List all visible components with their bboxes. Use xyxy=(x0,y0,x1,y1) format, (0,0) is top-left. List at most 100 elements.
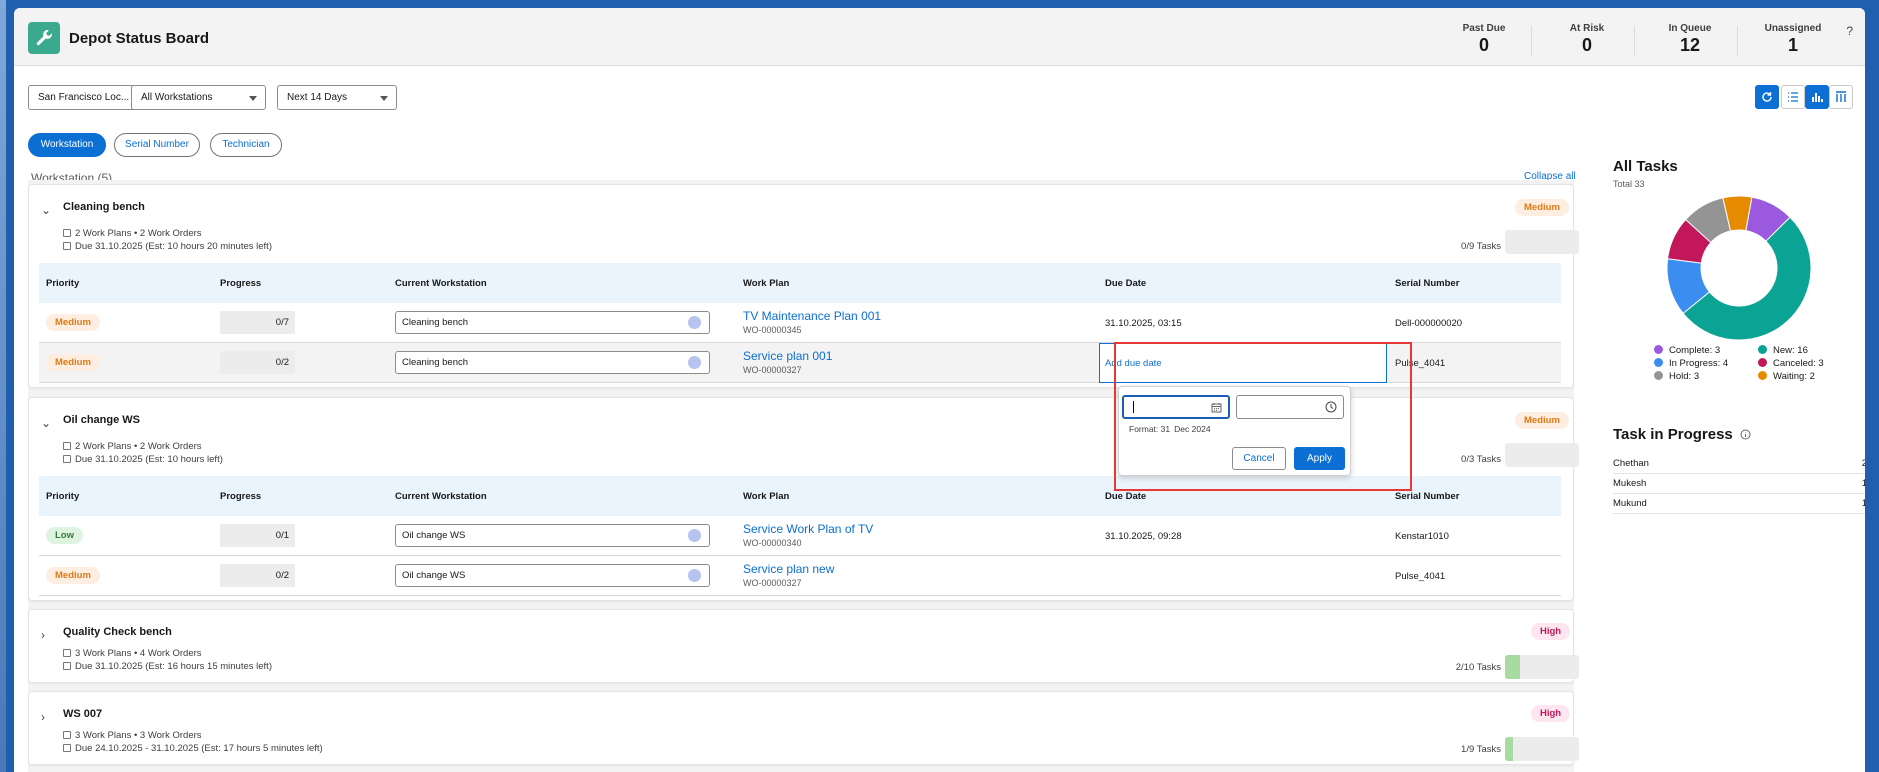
tasks-progress-bar xyxy=(1505,443,1579,467)
group-title[interactable]: WS 007 xyxy=(63,708,102,720)
group-meta-plans: 3 Work Plans • 3 Work Orders xyxy=(63,730,202,741)
table-row: Medium 0/2 Oil change WS Service plan ne… xyxy=(39,556,1561,596)
workstation-field[interactable]: Cleaning bench xyxy=(395,351,710,374)
work-plan-link[interactable]: TV Maintenance Plan 001 xyxy=(743,309,881,323)
work-plan-link[interactable]: Service Work Plan of TV xyxy=(743,522,873,536)
priority-badge: Medium xyxy=(46,314,100,331)
legend-item: In Progress: 4 xyxy=(1654,358,1728,369)
group-meta-plans: 2 Work Plans • 2 Work Orders xyxy=(63,441,202,452)
chevron-right-icon[interactable]: › xyxy=(41,628,45,642)
workstation-select-value: All Workstations xyxy=(141,92,213,103)
all-tasks-title: All Tasks xyxy=(1613,158,1678,175)
workstation-select[interactable]: All Workstations xyxy=(131,85,266,110)
work-plan-link[interactable]: Service plan 001 xyxy=(743,349,832,363)
progress-value: 0/2 xyxy=(220,351,295,374)
column-due-date: Due Date xyxy=(1105,491,1147,502)
tab-workstation[interactable]: Workstation xyxy=(28,133,106,157)
refresh-icon xyxy=(1762,92,1772,102)
workstation-field[interactable]: Oil change WS xyxy=(395,564,710,587)
refresh-button[interactable] xyxy=(1755,85,1779,109)
workstation-field[interactable]: Cleaning bench xyxy=(395,311,710,334)
group-meta-plans: 2 Work Plans • 2 Work Orders xyxy=(63,228,202,239)
help-icon[interactable]: ? xyxy=(1846,24,1853,38)
group-title[interactable]: Cleaning bench xyxy=(63,201,145,213)
legend-item: Hold: 3 xyxy=(1654,371,1699,382)
stat-value: 0 xyxy=(1478,35,1489,55)
list-view-button[interactable] xyxy=(1781,85,1805,109)
group-meta-due-text: Due 24.10.2025 - 31.10.2025 (Est: 17 hou… xyxy=(75,743,323,754)
info-icon[interactable] xyxy=(1740,429,1751,440)
all-tasks-donut-chart xyxy=(1666,195,1812,341)
location-select-value: San Francisco Loc... xyxy=(38,92,130,103)
legend-label: Complete: 3 xyxy=(1669,345,1721,356)
date-range-select-value: Next 14 Days xyxy=(287,92,348,103)
stat-label: Past Due xyxy=(1462,23,1506,34)
technician-name: Mukesh xyxy=(1613,478,1647,489)
lookup-icon[interactable] xyxy=(688,529,701,542)
column-work-plan: Work Plan xyxy=(743,278,790,289)
group-meta-due-text: Due 31.10.2025 (Est: 16 hours 15 minutes… xyxy=(75,661,272,672)
date-range-select[interactable]: Next 14 Days xyxy=(277,85,397,110)
tab-serial-number[interactable]: Serial Number xyxy=(114,133,200,157)
divider xyxy=(1737,26,1738,56)
legend-dot xyxy=(1758,358,1767,367)
tab-technician[interactable]: Technician xyxy=(210,133,282,157)
stat-in-queue: In Queue 12 xyxy=(1640,23,1740,56)
chevron-right-icon[interactable]: › xyxy=(41,710,45,724)
technician-count: 1 xyxy=(1861,478,1865,489)
stack-icon xyxy=(63,442,71,450)
column-serial-number: Serial Number xyxy=(1395,491,1460,502)
stat-label: At Risk xyxy=(1569,23,1605,34)
progress-value: 0/7 xyxy=(220,311,295,334)
progress-value: 0/1 xyxy=(220,524,295,547)
technician-name: Mukund xyxy=(1613,498,1647,509)
legend-item: Waiting: 2 xyxy=(1758,371,1815,382)
all-tasks-total: Total 33 xyxy=(1613,179,1645,189)
stat-past-due: Past Due 0 xyxy=(1434,23,1534,56)
priority-badge: Medium xyxy=(1515,412,1569,429)
stat-at-risk: At Risk 0 xyxy=(1537,23,1637,56)
workstation-field-value: Cleaning bench xyxy=(402,357,469,368)
highlight-box xyxy=(1114,342,1412,491)
depot-status-board: Depot Status Board Past Due 0 At Risk 0 … xyxy=(14,8,1865,772)
group-meta-due: Due 31.10.2025 (Est: 10 hours left) xyxy=(63,454,223,465)
legend-dot xyxy=(1758,371,1767,380)
legend-label: Hold: 3 xyxy=(1669,371,1700,382)
kanban-icon xyxy=(1836,91,1846,102)
table-row: Medium 0/7 Cleaning bench TV Maintenance… xyxy=(39,303,1561,343)
progress-value: 0/2 xyxy=(220,564,295,587)
priority-badge: Medium xyxy=(46,567,100,584)
due-date: 31.10.2025, 09:28 xyxy=(1105,531,1182,542)
tasks-count: 1/9 Tasks xyxy=(1461,744,1501,755)
group-meta-due-text: Due 31.10.2025 (Est: 10 hours left) xyxy=(75,454,223,465)
tasks-progress-fill xyxy=(1505,655,1520,679)
chevron-down-icon xyxy=(380,96,388,101)
chevron-down-icon[interactable]: ⌄ xyxy=(41,203,51,217)
stack-icon xyxy=(63,731,71,739)
group-title[interactable]: Quality Check bench xyxy=(63,626,172,638)
location-select[interactable]: San Francisco Loc... xyxy=(28,85,148,110)
kanban-view-button[interactable] xyxy=(1829,85,1853,109)
column-serial-number: Serial Number xyxy=(1395,278,1460,289)
serial-number: Kenstar1010 xyxy=(1395,531,1449,542)
stack-icon xyxy=(63,649,71,657)
lookup-icon[interactable] xyxy=(688,316,701,329)
chart-view-button[interactable] xyxy=(1805,85,1829,109)
workstation-field[interactable]: Oil change WS xyxy=(395,524,710,547)
column-progress: Progress xyxy=(220,491,262,502)
lookup-icon[interactable] xyxy=(688,569,701,582)
lookup-icon[interactable] xyxy=(688,356,701,369)
task-in-progress-title: Task in Progress xyxy=(1613,426,1751,443)
stat-value: 0 xyxy=(1581,35,1592,55)
group-title[interactable]: Oil change WS xyxy=(63,414,140,426)
tasks-progress-bar xyxy=(1505,230,1579,254)
priority-badge: High xyxy=(1531,623,1571,640)
list-icon xyxy=(1788,92,1798,102)
work-plan-link[interactable]: Service plan new xyxy=(743,562,834,576)
task-in-progress-title-text: Task in Progress xyxy=(1613,426,1733,443)
column-current-workstation: Current Workstation xyxy=(395,491,487,502)
legend-label: New: 16 xyxy=(1773,345,1808,356)
table-header: Priority Progress Current Workstation Wo… xyxy=(39,263,1561,303)
group-meta-due: Due 31.10.2025 (Est: 16 hours 15 minutes… xyxy=(63,661,272,672)
chevron-down-icon[interactable]: ⌄ xyxy=(41,416,51,430)
